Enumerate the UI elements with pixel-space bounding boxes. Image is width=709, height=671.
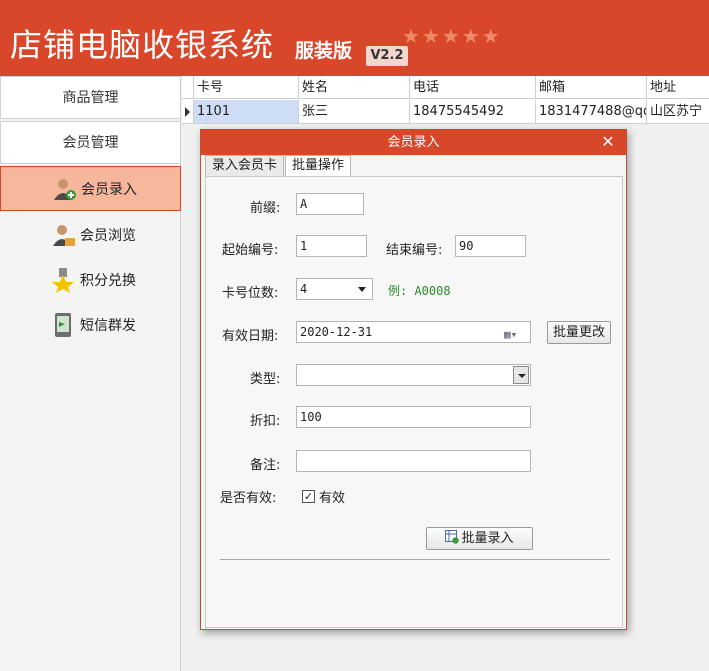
- cell-card-no[interactable]: 1101: [194, 100, 299, 123]
- table-row[interactable]: 1101 张三 18475545492 1831477488@qq.c 山区苏宁: [182, 100, 709, 124]
- calendar-dropdown-icon[interactable]: ▦▾: [504, 325, 524, 341]
- sidebar-item-member-browse[interactable]: 会员浏览: [0, 212, 181, 257]
- sidebar: 商品管理 会员管理 会员录入 会员浏览 积分兑换 短信群发: [0, 76, 181, 671]
- type-select[interactable]: [296, 364, 531, 386]
- star-medal-icon: [50, 267, 76, 293]
- card-digits-select[interactable]: 4: [296, 278, 373, 300]
- col-header-address[interactable]: 地址: [647, 76, 709, 98]
- cell-address[interactable]: 山区苏宁: [647, 100, 709, 123]
- card-digits-label: 卡号位数:: [222, 286, 279, 301]
- tab-batch-operation[interactable]: 批量操作: [285, 155, 352, 176]
- close-icon[interactable]: ✕: [600, 133, 616, 151]
- col-header-phone[interactable]: 电话: [410, 76, 536, 98]
- sidebar-item-label: 会员录入: [81, 181, 137, 198]
- start-number-input[interactable]: 1: [296, 235, 367, 257]
- row-arrow-icon: [185, 107, 190, 117]
- end-number-label: 结束编号:: [386, 243, 443, 258]
- valid-checkbox[interactable]: ✓: [302, 490, 315, 503]
- note-label: 备注:: [250, 458, 281, 473]
- expiry-date-picker[interactable]: 2020-12-31 ▦▾: [296, 321, 531, 343]
- expiry-date-label: 有效日期:: [222, 329, 279, 344]
- batch-change-button[interactable]: 批量更改: [547, 321, 611, 344]
- grid-header: 卡号 姓名 电话 邮箱 地址: [182, 76, 709, 99]
- phone-sms-icon: [50, 312, 76, 338]
- member-entry-dialog: 会员录入 ✕ 录入会员卡 批量操作 前缀: A 起始编号: 1 结束编号: 90…: [200, 129, 627, 630]
- app-title: 店铺电脑收银系统: [10, 26, 275, 64]
- prefix-label: 前缀:: [250, 201, 281, 216]
- sidebar-group-label: 商品管理: [62, 90, 119, 106]
- edition-label: 服装版: [295, 40, 353, 62]
- start-number-label: 起始编号:: [222, 243, 279, 258]
- grid-add-icon: [445, 530, 460, 544]
- expiry-date-value: 2020-12-31: [300, 325, 373, 339]
- end-number-input[interactable]: 90: [455, 235, 526, 257]
- sidebar-group-products[interactable]: 商品管理: [0, 76, 181, 119]
- member-browse-icon: [50, 222, 76, 248]
- dialog-tabs: 录入会员卡 批量操作: [205, 155, 352, 176]
- app-header: 店铺电脑收银系统 服装版 ★★★★★ V2.2: [0, 0, 709, 76]
- cell-name[interactable]: 张三: [299, 100, 410, 123]
- valid-label: 是否有效:: [220, 491, 277, 506]
- prefix-input[interactable]: A: [296, 193, 364, 215]
- member-add-icon: [51, 176, 77, 202]
- chevron-down-icon: [358, 287, 366, 292]
- row-header-corner: [182, 76, 194, 98]
- col-header-card-no[interactable]: 卡号: [194, 76, 299, 98]
- sidebar-item-label: 会员浏览: [80, 227, 136, 244]
- sidebar-item-points-exchange[interactable]: 积分兑换: [0, 257, 181, 302]
- card-number-example: 例: A0008: [388, 284, 451, 298]
- member-grid: 卡号 姓名 电话 邮箱 地址 1101 张三 18475545492 18314…: [182, 76, 709, 124]
- dialog-title: 会员录入: [201, 130, 626, 155]
- batch-submit-button[interactable]: 批量录入: [426, 527, 533, 550]
- sidebar-item-label: 短信群发: [80, 317, 136, 334]
- cell-phone[interactable]: 18475545492: [410, 100, 536, 123]
- cell-email[interactable]: 1831477488@qq.c: [536, 100, 647, 123]
- sidebar-item-label: 积分兑换: [80, 272, 136, 289]
- card-digits-value: 4: [300, 282, 308, 296]
- form-divider: [220, 559, 610, 560]
- valid-checkbox-label: 有效: [319, 491, 346, 506]
- type-label: 类型:: [250, 372, 281, 387]
- dropdown-button-icon[interactable]: [513, 366, 529, 384]
- row-selector[interactable]: [182, 100, 194, 123]
- version-badge: V2.2: [366, 46, 408, 66]
- sidebar-item-sms-broadcast[interactable]: 短信群发: [0, 302, 181, 347]
- sidebar-group-label: 会员管理: [62, 135, 119, 151]
- note-input[interactable]: [296, 450, 531, 472]
- rating-stars-icon: ★★★★★: [402, 24, 502, 48]
- batch-submit-label: 批量录入: [461, 531, 514, 546]
- sidebar-group-members[interactable]: 会员管理: [0, 121, 181, 164]
- tab-card-entry[interactable]: 录入会员卡: [205, 155, 285, 176]
- col-header-email[interactable]: 邮箱: [536, 76, 647, 98]
- batch-operation-panel: 前缀: A 起始编号: 1 结束编号: 90 卡号位数: 4 例: A0008 …: [205, 176, 623, 628]
- discount-input[interactable]: 100: [296, 406, 531, 428]
- discount-label: 折扣:: [250, 414, 281, 429]
- sidebar-item-member-add[interactable]: 会员录入: [0, 166, 181, 211]
- col-header-name[interactable]: 姓名: [299, 76, 410, 98]
